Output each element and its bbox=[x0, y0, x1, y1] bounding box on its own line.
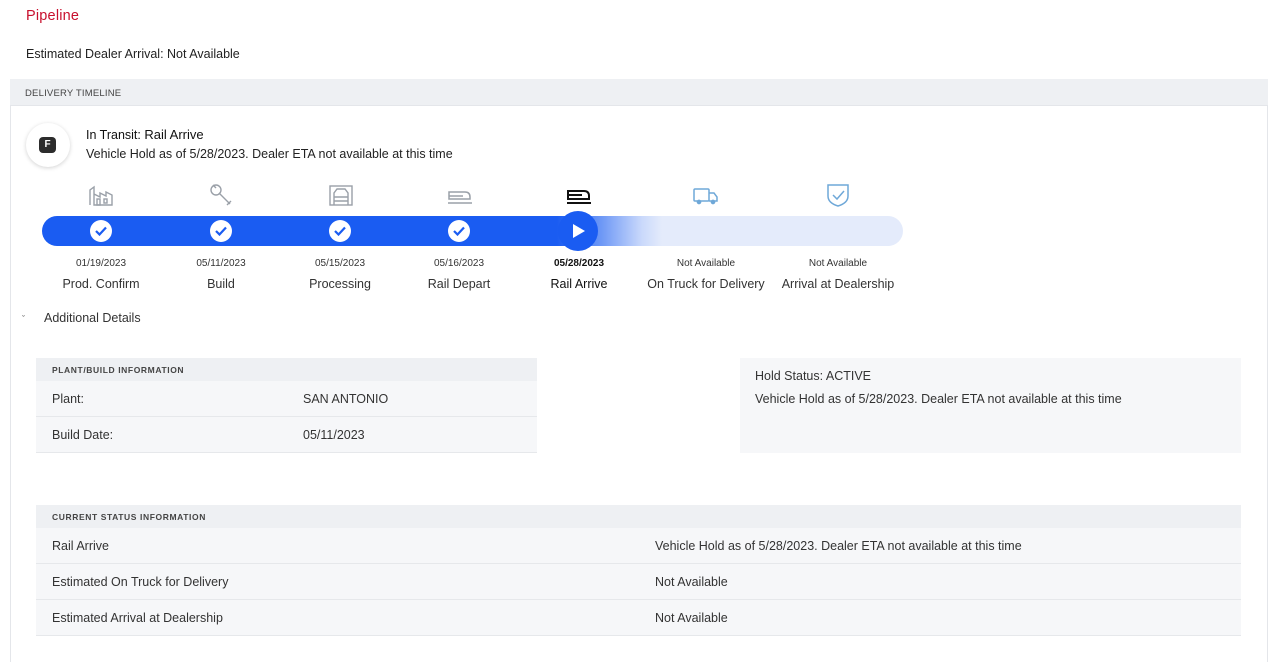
shield-check-icon bbox=[823, 182, 853, 208]
transit-status-prefix: In Transit: bbox=[86, 128, 141, 142]
row-label: Plant: bbox=[52, 392, 84, 406]
plant-info-header-label: PLANT/BUILD INFORMATION bbox=[52, 365, 185, 375]
table-row: Estimated Arrival at Dealership Not Avai… bbox=[36, 600, 1241, 636]
brand-badge-letter: F bbox=[39, 137, 56, 153]
step-complete-check-icon bbox=[329, 220, 351, 242]
step-complete-check-icon bbox=[210, 220, 232, 242]
additional-details-toggle[interactable]: ˇ Additional Details bbox=[22, 311, 141, 325]
brand-badge: F bbox=[26, 123, 70, 167]
row-label: Rail Arrive bbox=[52, 539, 109, 553]
transit-status-note: Vehicle Hold as of 5/28/2023. Dealer ETA… bbox=[86, 147, 453, 161]
hold-status-box: Hold Status: ACTIVE Vehicle Hold as of 5… bbox=[740, 358, 1241, 453]
step-date: 05/16/2023 bbox=[433, 258, 485, 269]
wrench-icon bbox=[206, 182, 236, 208]
transit-status: In Transit: Rail Arrive bbox=[86, 127, 204, 142]
chevron-down-icon: ˇ bbox=[22, 314, 25, 324]
step-label: On Truck for Delivery bbox=[647, 277, 765, 291]
step-date-current: 05/28/2023 bbox=[553, 258, 605, 269]
current-status-header-label: CURRENT STATUS INFORMATION bbox=[52, 512, 206, 522]
row-value: Vehicle Hold as of 5/28/2023. Dealer ETA… bbox=[655, 539, 1022, 553]
factory-icon bbox=[87, 182, 117, 208]
plant-info-header: PLANT/BUILD INFORMATION bbox=[36, 358, 537, 381]
table-row: Build Date: 05/11/2023 bbox=[36, 417, 537, 453]
step-complete-check-icon bbox=[448, 220, 470, 242]
delivery-timeline-header: DELIVERY TIMELINE bbox=[10, 79, 1268, 106]
table-row: Rail Arrive Vehicle Hold as of 5/28/2023… bbox=[36, 528, 1241, 564]
progress-track bbox=[42, 216, 903, 246]
step-date: 01/19/2023 bbox=[75, 258, 127, 269]
truck-icon bbox=[691, 182, 721, 208]
table-row: Estimated On Truck for Delivery Not Avai… bbox=[36, 564, 1241, 600]
current-step-play-icon bbox=[558, 211, 598, 251]
rail-arrive-icon bbox=[564, 182, 594, 208]
page-title: Pipeline bbox=[26, 8, 80, 24]
processing-icon bbox=[326, 182, 356, 208]
step-date: 05/11/2023 bbox=[196, 258, 246, 269]
step-date: Not Available bbox=[676, 258, 736, 269]
estimated-dealer-arrival: Estimated Dealer Arrival: Not Available bbox=[26, 47, 240, 61]
additional-details-label: Additional Details bbox=[44, 311, 141, 325]
step-label: Arrival at Dealership bbox=[781, 277, 895, 291]
row-label: Estimated On Truck for Delivery bbox=[52, 575, 229, 589]
row-value: Not Available bbox=[655, 611, 728, 625]
rail-depart-icon bbox=[445, 182, 475, 208]
step-date: 05/15/2023 bbox=[314, 258, 366, 269]
transit-status-value: Rail Arrive bbox=[144, 127, 204, 142]
row-label: Estimated Arrival at Dealership bbox=[52, 611, 223, 625]
row-value: Not Available bbox=[655, 575, 728, 589]
step-complete-check-icon bbox=[90, 220, 112, 242]
step-date: Not Available bbox=[808, 258, 868, 269]
delivery-timeline-header-label: DELIVERY TIMELINE bbox=[25, 88, 122, 99]
row-label: Build Date: bbox=[52, 428, 114, 442]
hold-status: Hold Status: ACTIVE bbox=[755, 369, 872, 383]
hold-note: Vehicle Hold as of 5/28/2023. Dealer ETA… bbox=[755, 392, 1122, 406]
current-status-header: CURRENT STATUS INFORMATION bbox=[36, 505, 1241, 528]
table-row: Plant: SAN ANTONIO bbox=[36, 381, 537, 417]
row-value: SAN ANTONIO bbox=[303, 392, 389, 406]
row-value: 05/11/2023 bbox=[303, 428, 365, 442]
